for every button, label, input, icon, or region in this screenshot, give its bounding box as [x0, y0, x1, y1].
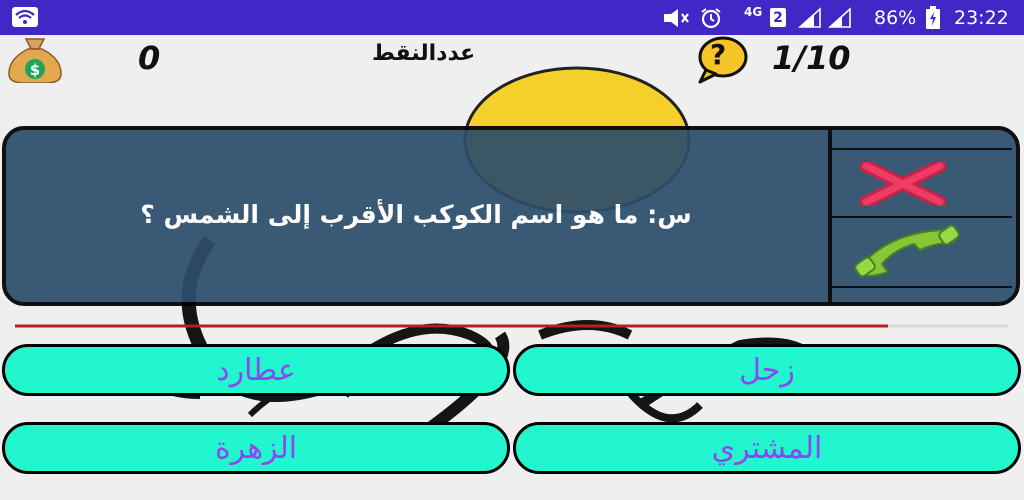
money-bag-icon[interactable]: $ [6, 37, 64, 83]
remove-answers-icon[interactable] [858, 162, 948, 206]
status-bar: 4G 2 86% 23:22 [0, 0, 1024, 35]
signal-icon-2 [828, 7, 851, 28]
answer-option-saturn[interactable]: زحل [513, 344, 1021, 396]
help-symbol: ? [710, 38, 727, 71]
sim-indicator: 2 [770, 8, 786, 27]
svg-text:$: $ [30, 61, 40, 79]
score-value: 0 [138, 39, 161, 77]
lifeline-divider-mid [832, 216, 1012, 218]
answer-option-venus[interactable]: الزهرة [2, 422, 510, 474]
phone-call-icon[interactable] [852, 224, 962, 280]
vibrate-icon [664, 9, 689, 27]
question-panel: س: ما هو اسم الكوكب الأقرب إلى الشمس ؟ [2, 126, 1020, 306]
battery-charging-icon [926, 6, 940, 29]
battery-percent: 86% [874, 6, 917, 29]
answer-option-mercury[interactable]: عطارد [2, 344, 510, 396]
network-type: 4G [744, 4, 763, 19]
signal-icon [798, 7, 821, 28]
wifi-icon [12, 7, 38, 27]
lifeline-divider-bottom [832, 286, 1012, 288]
game-header: $ 0 عددالنقط ? 1/10 [0, 35, 1024, 90]
clock: 23:22 [954, 6, 1009, 29]
lifeline-divider-top [832, 148, 1012, 150]
lifeline-column [832, 130, 1020, 302]
question-text: س: ما هو اسم الكوكب الأقرب إلى الشمس ؟ [140, 200, 692, 229]
alarm-icon [701, 8, 721, 29]
points-label: عددالنقط [372, 41, 476, 66]
question-progress: 1/10 [772, 39, 851, 77]
answer-option-jupiter[interactable]: المشتري [513, 422, 1021, 474]
help-button[interactable]: ? [696, 36, 748, 84]
